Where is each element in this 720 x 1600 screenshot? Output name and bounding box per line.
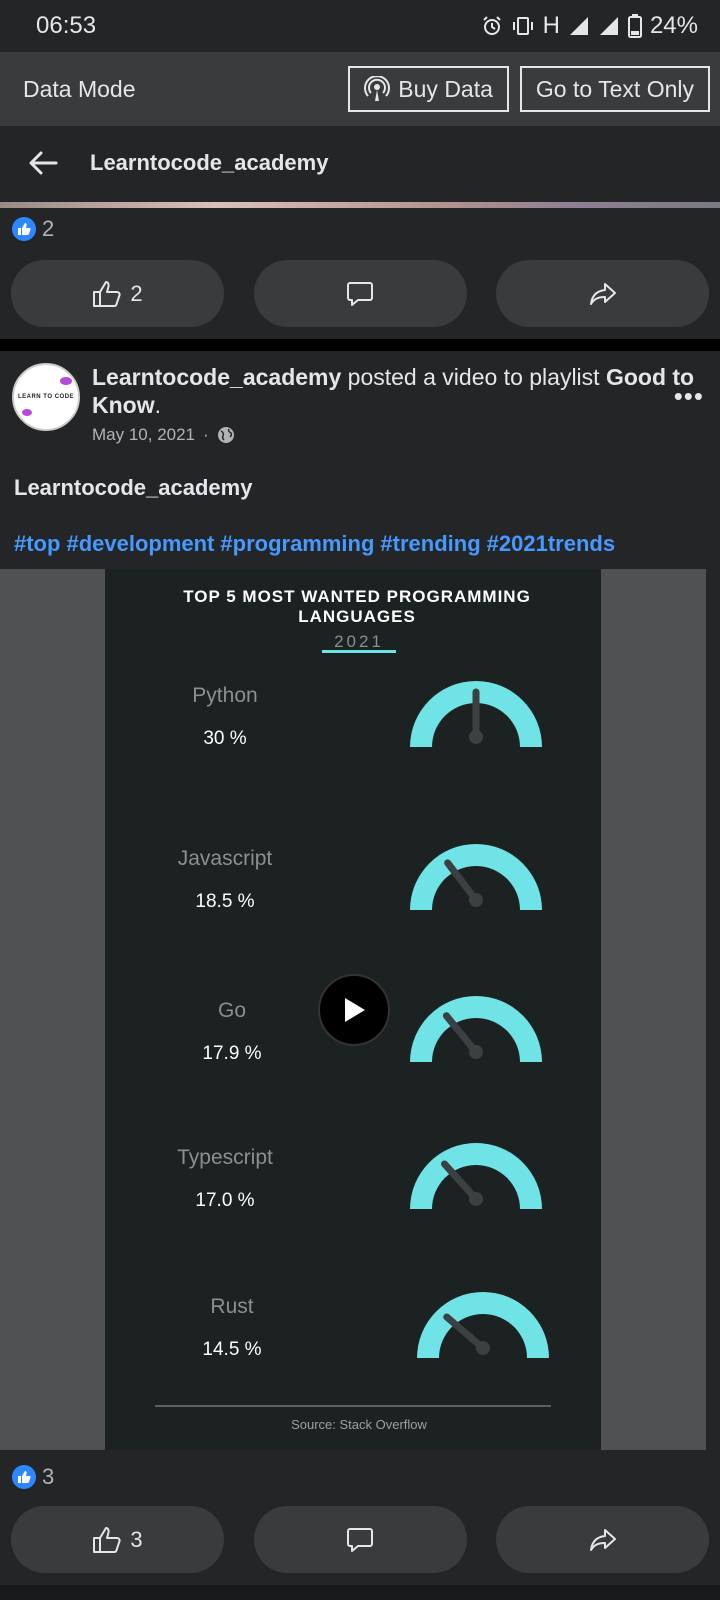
page-title: Learntocode_academy: [90, 150, 329, 175]
more-options-button[interactable]: •••: [674, 381, 704, 412]
like-button[interactable]: 2: [11, 260, 224, 327]
data-mode-bar: Data Mode Buy Data Go to Text Only: [0, 52, 720, 126]
share-icon: [589, 282, 616, 305]
gauge-value-label: 17.9 %: [202, 1043, 261, 1064]
gauge-value-label: 17.0 %: [195, 1190, 254, 1211]
globe-icon: [217, 427, 234, 443]
hashtag[interactable]: #development: [66, 531, 214, 556]
page-header: Learntocode_academy: [0, 126, 720, 200]
comment-icon: [347, 1527, 373, 1552]
comment-icon: [347, 281, 373, 306]
author-name[interactable]: Learntocode_academy: [92, 364, 341, 390]
signal-icon: [569, 17, 588, 35]
hashtag-list: #top #development #programming #trending #20…: [0, 501, 720, 569]
like-reaction-icon: [12, 217, 36, 241]
buy-data-label: Buy Data: [398, 75, 493, 102]
gauge-needle: [441, 1160, 480, 1203]
gauge-category-label: Javascript: [178, 847, 273, 870]
post-divider: [0, 339, 720, 351]
hashtag[interactable]: #trending: [380, 531, 480, 556]
gauge-hub: [476, 1341, 490, 1355]
status-icons: H 24%: [481, 12, 698, 40]
vibrate-icon: [512, 17, 533, 35]
buy-data-button[interactable]: Buy Data: [348, 66, 509, 112]
hashtag[interactable]: #programming: [220, 531, 374, 556]
share-button[interactable]: [496, 1506, 709, 1573]
video-player[interactable]: TOP 5 MOST WANTED PROGRAMMING LANGUAGES …: [0, 569, 706, 1450]
hashtag[interactable]: #top: [14, 531, 60, 556]
gauge-needle: [442, 1012, 480, 1056]
reaction-count: 2: [42, 216, 55, 241]
network-type: H: [542, 12, 560, 39]
gauge-hub: [469, 893, 483, 907]
gauge-hub: [469, 1045, 483, 1059]
comment-button[interactable]: [253, 260, 467, 327]
status-bar: 06:53 H 24%: [0, 0, 720, 52]
gauge-hub: [469, 1192, 483, 1206]
text-only-label: Go to Text Only: [535, 75, 694, 102]
gauge-category-label: Go: [218, 999, 246, 1022]
gauge-category-label: Typescript: [177, 1146, 273, 1169]
battery-icon: [627, 14, 642, 38]
back-arrow-icon[interactable]: [28, 151, 58, 175]
status-time: 06:53: [36, 12, 97, 39]
alarm-icon: [482, 16, 501, 35]
gauge-value-label: 30 %: [203, 728, 246, 749]
gauge-value-label: 14.5 %: [202, 1339, 261, 1360]
thumbs-up-icon: [93, 1526, 121, 1553]
signal-icon-2: [599, 17, 618, 35]
like-count: 3: [130, 1526, 143, 1552]
subtitle-underline: [322, 650, 396, 653]
gauge-value-label: 18.5 %: [195, 891, 254, 912]
video-post: LEARN TO CODE Learntocode_academy posted…: [0, 351, 720, 1585]
like-button[interactable]: 3: [11, 1506, 224, 1573]
author-avatar[interactable]: LEARN TO CODE: [12, 363, 80, 431]
post-date[interactable]: May 10, 2021: [92, 421, 195, 449]
post-body-title: Learntocode_academy: [14, 475, 253, 500]
chart-title: TOP 5 MOST WANTED PROGRAMMING: [183, 587, 531, 606]
broadcast-icon: [364, 76, 391, 101]
gauge-needle: [443, 1313, 487, 1352]
like-count: 2: [130, 280, 143, 306]
share-button[interactable]: [496, 260, 709, 327]
gauge-category-label: Rust: [210, 1295, 253, 1318]
previous-post-image-edge: [0, 200, 720, 210]
like-reaction-icon: [12, 1465, 36, 1489]
text-only-button[interactable]: Go to Text Only: [519, 66, 710, 112]
previous-post-footer: 2 2: [0, 210, 720, 339]
post-action-text: posted a video to playlist: [347, 364, 600, 390]
comment-button[interactable]: [253, 1506, 467, 1573]
gauge-category-label: Python: [192, 684, 257, 707]
data-mode-label: Data Mode: [23, 75, 136, 102]
chart-subtitle: 2021: [334, 632, 384, 651]
reaction-summary[interactable]: 2: [0, 210, 720, 248]
reaction-count: 3: [42, 1464, 55, 1489]
thumbs-up-icon: [93, 280, 121, 307]
battery-level: 24%: [649, 12, 698, 39]
share-icon: [589, 1528, 616, 1551]
reaction-summary[interactable]: 3: [0, 1450, 720, 1504]
hashtag[interactable]: #2021trends: [487, 531, 615, 556]
play-icon: [345, 998, 365, 1022]
chart-title-line-2: LANGUAGES: [298, 607, 416, 626]
play-button[interactable]: [318, 974, 390, 1046]
avatar-logo-text: LEARN TO CODE: [17, 394, 75, 400]
chart-source: Source: Stack Overflow: [291, 1417, 427, 1432]
gauge-hub: [469, 730, 483, 744]
